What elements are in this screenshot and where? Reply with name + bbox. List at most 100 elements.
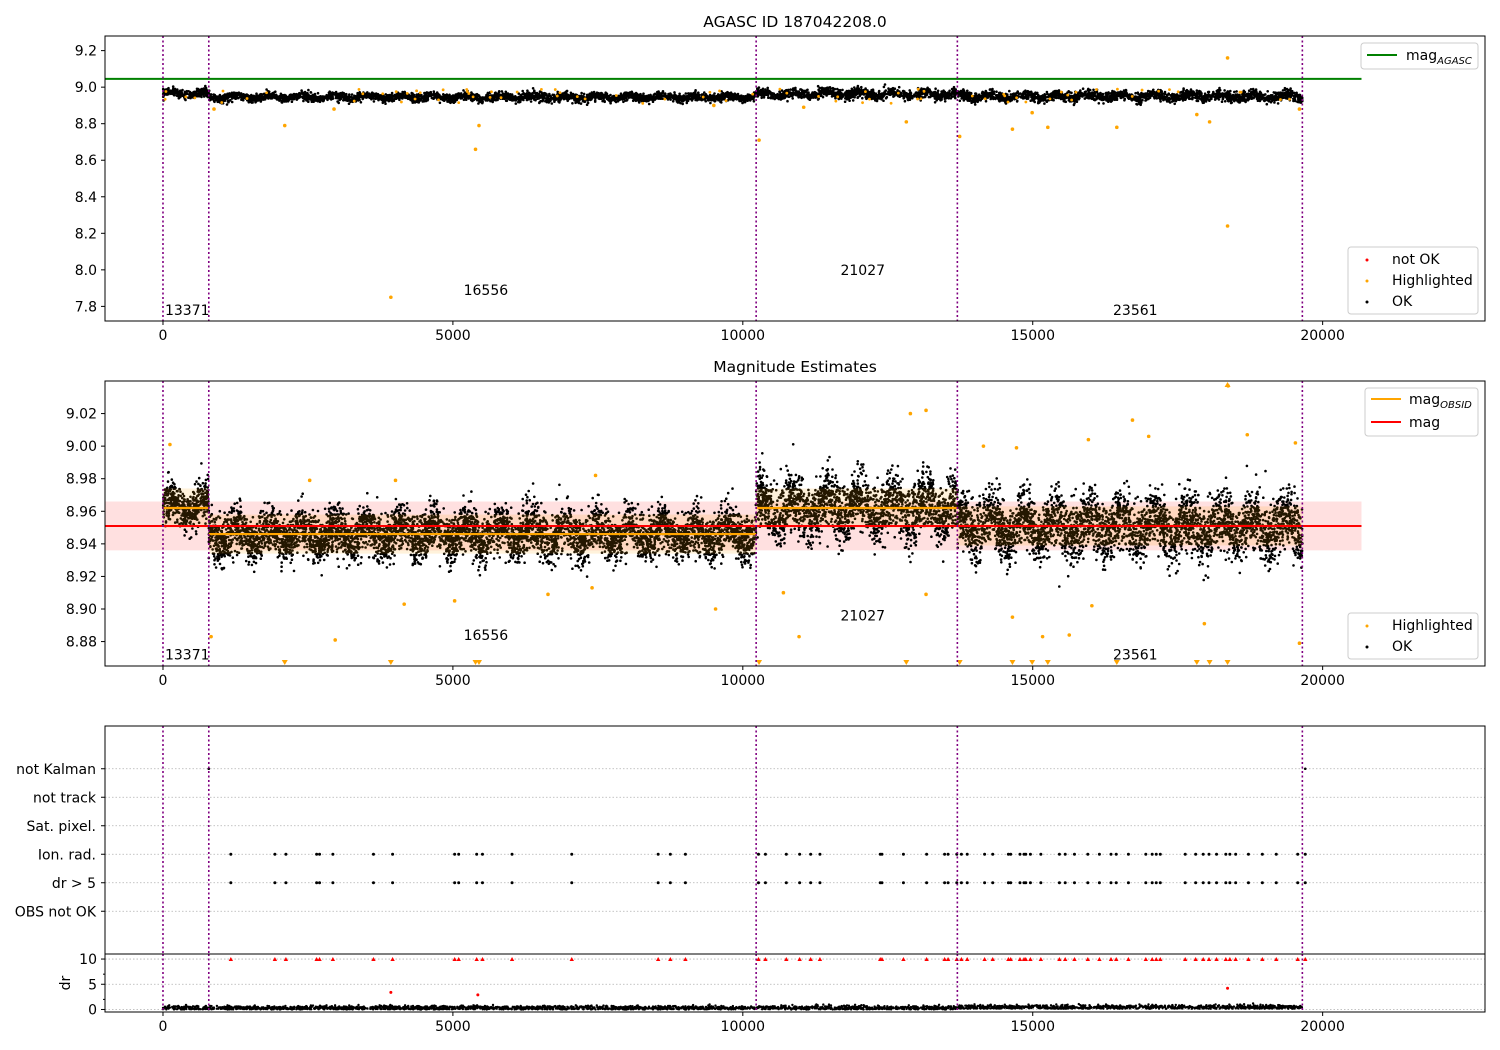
highlighted-point [1279,98,1282,101]
highlighted-point [471,95,475,99]
highlighted-point [708,90,712,94]
flag-point-ion-rad [1207,852,1211,856]
flag-point-ion-rad [480,852,484,856]
highlighted-point [1146,434,1151,439]
flag-point-ion-rad [1126,852,1130,856]
x-tick-label: 10000 [721,1019,766,1035]
flag-point-dr-gt-5 [315,881,319,885]
highlighted-point [473,147,478,152]
flag-point-dr-gt-5 [1024,881,1028,885]
flag-point-ion-rad [1097,852,1101,856]
highlighted-point [864,90,867,94]
flag-point-ion-rad [1201,852,1205,856]
highlighted-point [1006,100,1010,104]
flag-point-dr-gt-5 [1109,881,1113,885]
highlighted-point [1014,445,1019,450]
x-tick-label: 15000 [1010,328,1055,344]
flag-label: Sat. pixel. [27,819,96,835]
flag-point-ion-rad [880,852,884,856]
highlighted-point [836,95,840,99]
y-tick-label: 8.0 [75,263,97,279]
highlighted-point [919,97,923,101]
flag-point-ion-rad [1063,852,1067,856]
highlighted-point [785,91,789,95]
x-tick-label: 5000 [435,673,471,689]
highlighted-point [465,88,469,91]
highlighted-point [922,89,926,93]
highlighted-point [751,92,755,96]
flag-point-dr-gt-5 [1260,881,1264,885]
flag-point-ion-rad [1194,852,1198,856]
flag-point-ion-rad [371,852,375,856]
highlighted-point [307,478,312,483]
flag-point-dr-gt-5 [668,881,672,885]
highlighted-point [663,97,667,101]
highlighted-point [381,92,385,96]
highlighted-point [1168,88,1171,91]
panel2-legend-upper: magOBSID mag [1364,387,1479,437]
highlighted-point [457,101,461,105]
highlighted-point [168,442,172,447]
y-tick-label: 8.96 [66,504,97,520]
observation-label: 13371 [165,648,210,664]
figure: AGASC ID 187042208.0 13371 16556 21027 2356… [0,0,1500,1050]
highlighted-point [908,411,913,416]
flag-point-ion-rad [1274,852,1278,856]
highlighted-point [553,88,557,91]
flag-point-ion-rad [1086,852,1090,856]
flag-point-ion-rad [1028,852,1032,856]
highlighted-point [701,95,705,99]
flag-point-dr-gt-5 [1028,881,1032,885]
panel1-legend-lower: not OK Highlighted OK [1347,246,1479,315]
highlighted-point [555,94,559,98]
flag-point-dr-gt-5 [656,881,660,885]
highlighted-point [361,92,365,96]
highlighted-point [393,478,398,483]
y-tick-label: 0 [88,1002,97,1018]
legend-label-ok: OK [1392,639,1413,655]
x-tick-label: 0 [159,673,168,689]
flag-point-dr-gt-5 [1114,881,1118,885]
observation-label: 23561 [1113,303,1158,319]
y-tick-label: 8.8 [75,117,97,133]
legend-label-mag: mag [1409,415,1440,431]
flag-point-ion-rad [1158,852,1162,856]
highlighted-point [452,599,457,603]
highlighted-point [575,95,579,99]
highlighted-point [490,90,493,94]
highlighted-point [817,95,820,98]
x-tick-label: 10000 [721,673,766,689]
flag-point-ion-rad [983,852,987,856]
y-tick-label: 9.02 [66,407,97,423]
highlighted-point [718,89,721,93]
highlighted-point [220,101,224,104]
flag-point-ion-rad [1072,852,1076,856]
highlighted-point [896,91,900,95]
highlighted-point [1238,90,1242,94]
highlighted-point [399,100,403,104]
highlighted-point [441,88,445,92]
highlighted-point [593,473,598,478]
flag-point-dr-gt-5 [570,881,574,885]
x-tick-label: 0 [159,1019,168,1035]
flag-point-ion-rad [1144,852,1148,856]
flag-point-ion-rad [475,852,479,856]
highlighted-point [1067,633,1072,637]
x-tick-label: 0 [159,328,168,344]
flag-point-dr-gt-5 [1009,881,1013,885]
y-tick-label: 9.00 [66,439,97,455]
flag-point-ion-rad [809,852,813,856]
flag-point-ion-rad [229,852,233,856]
highlighted-point [1115,125,1119,130]
panel4-ylabel: dr [58,975,74,990]
flag-point-dr-gt-5 [1126,881,1130,885]
flag-point-dr-gt-5 [1194,881,1198,885]
flag-point-ion-rad [1246,852,1250,856]
y-tick-label: 8.6 [75,153,97,169]
highlighted-point [724,99,728,102]
highlighted-point [889,101,893,105]
highlighted-point [394,90,398,94]
observation-label: 21027 [840,263,885,279]
highlighted-point [781,590,786,595]
flag-point-dr-gt-5 [1158,881,1162,885]
